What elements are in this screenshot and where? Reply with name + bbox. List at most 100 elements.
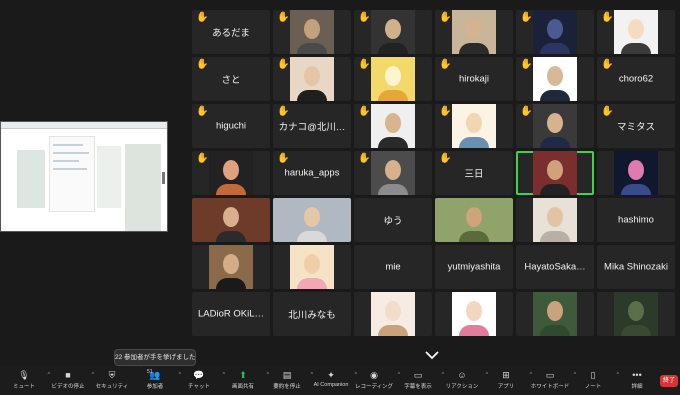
participant-tile[interactable]: ✋	[435, 104, 513, 148]
participant-tile[interactable]: ✋	[354, 151, 432, 195]
reaction-button[interactable]: ☺ リアクション ^	[442, 370, 488, 390]
record-button[interactable]: ◉ レコーディング ^	[354, 370, 400, 390]
participant-name: 北川みなも	[288, 310, 336, 321]
participant-face	[304, 66, 320, 86]
participant-tile[interactable]: カナコ@北川… ✋	[273, 104, 351, 148]
whiteboard-button[interactable]: ▭ ホワイトボード ^	[530, 370, 576, 390]
participant-video	[452, 292, 496, 336]
share-screen-button[interactable]: ⬆ 画面共有 ^	[223, 370, 269, 390]
raised-hand-icon: ✋	[358, 106, 371, 117]
shared-text-line	[53, 160, 79, 162]
participant-tile[interactable]: ✋	[354, 57, 432, 101]
participant-tile[interactable]	[516, 198, 594, 242]
more-button[interactable]: ••• 詳細	[617, 370, 657, 390]
apps-button[interactable]: ⊞ アプリ ^	[486, 370, 532, 390]
participant-body	[378, 137, 408, 148]
participant-tile[interactable]: 三日 ✋	[435, 151, 513, 195]
participant-tile[interactable]: ✋	[435, 10, 513, 54]
participant-tile[interactable]: ✋	[516, 10, 594, 54]
participant-name: hashimo	[618, 214, 654, 226]
shared-document-panel	[49, 136, 95, 212]
participant-tile[interactable]: ✋	[354, 104, 432, 148]
summary-button[interactable]: ▤ 要約を停止 ^	[267, 370, 313, 390]
participant-tile[interactable]: HayatoSaka…	[516, 245, 594, 289]
participant-face	[466, 113, 482, 133]
participant-tile[interactable]: hirokaji ✋	[435, 57, 513, 101]
ai-companion-button[interactable]: ✦ AI Companion ^	[311, 370, 357, 388]
participant-tile[interactable]: ✋	[597, 10, 675, 54]
participant-face	[304, 19, 320, 39]
shared-screen-thumbnail[interactable]	[0, 121, 168, 232]
participants-button[interactable]: 👥 参加者 51 ^	[135, 369, 181, 390]
video-camera-button[interactable]: ■ ビデオの停止 ^	[48, 370, 94, 390]
participant-face	[385, 160, 401, 180]
raised-hands-notice: 22 参加者が手を挙げました	[114, 349, 196, 366]
participant-tile[interactable]	[354, 292, 432, 336]
participant-tile[interactable]: あるだま ✋	[192, 10, 270, 54]
participant-video	[209, 245, 253, 289]
shared-screen-titlebar	[1, 122, 167, 129]
participant-tile[interactable]: ✋	[273, 57, 351, 101]
participant-tile[interactable]: ✋	[273, 10, 351, 54]
participant-tile[interactable]: ✋	[192, 151, 270, 195]
participant-body	[378, 43, 408, 54]
participant-video	[452, 10, 496, 54]
participant-video	[192, 198, 270, 242]
participant-tile[interactable]	[597, 151, 675, 195]
participant-tile[interactable]	[435, 292, 513, 336]
participant-tile[interactable]	[192, 245, 270, 289]
participant-face	[385, 66, 401, 86]
participant-face	[304, 207, 320, 227]
notes-button[interactable]: ▯ ノート ^	[573, 370, 619, 390]
participant-tile[interactable]: Mika Shinozaki	[597, 245, 675, 289]
participant-tile[interactable]: yutmiyashita	[435, 245, 513, 289]
participant-tile[interactable]: ゆう	[354, 198, 432, 242]
participant-tile[interactable]	[597, 292, 675, 336]
participant-tile[interactable]: hashimo	[597, 198, 675, 242]
participant-body	[459, 231, 489, 242]
participant-video	[614, 151, 658, 195]
more-icon: •••	[632, 370, 642, 380]
shared-screen-handle[interactable]	[162, 172, 165, 184]
raised-hand-icon: ✋	[358, 12, 371, 23]
participant-tile[interactable]	[516, 151, 594, 195]
participant-name: haruka_apps	[284, 167, 340, 179]
participant-tile[interactable]: さと ✋	[192, 57, 270, 101]
participant-tile[interactable]: ✋	[354, 10, 432, 54]
participant-tile[interactable]	[192, 198, 270, 242]
participant-tile[interactable]	[516, 292, 594, 336]
participant-body	[297, 278, 327, 289]
participant-tile[interactable]	[435, 198, 513, 242]
toolbar-label: レコーディング	[354, 384, 394, 390]
raised-hand-icon: ✋	[358, 59, 371, 70]
participant-tile[interactable]: 北川みなも	[273, 292, 351, 336]
chevron-down-icon[interactable]	[424, 350, 440, 360]
participant-body	[459, 43, 489, 54]
participant-face	[466, 19, 482, 39]
microphone-button[interactable]: 🎙 ミュート ^	[4, 370, 50, 390]
participant-tile[interactable]: ✋	[516, 104, 594, 148]
participant-tile[interactable]	[273, 198, 351, 242]
participant-tile[interactable]	[273, 245, 351, 289]
participant-tile[interactable]: マミタス ✋	[597, 104, 675, 148]
raised-hand-icon: ✋	[439, 12, 452, 23]
end-meeting-button[interactable]: 終了	[660, 375, 678, 387]
shield-button[interactable]: ⛨ セキュリティ	[92, 370, 132, 390]
participant-video	[533, 292, 577, 336]
participant-body	[621, 184, 651, 195]
participant-tile[interactable]: mie	[354, 245, 432, 289]
participant-tile[interactable]: haruka_apps ✋	[273, 151, 351, 195]
participant-tile[interactable]: ✋	[516, 57, 594, 101]
participant-video	[533, 10, 577, 54]
chat-button[interactable]: 💬 チャット ^	[179, 370, 225, 390]
raised-hand-icon: ✋	[196, 106, 209, 117]
participant-body	[540, 43, 570, 54]
participant-tile[interactable]: choro62 ✋	[597, 57, 675, 101]
participant-tile[interactable]: higuchi ✋	[192, 104, 270, 148]
participant-face	[547, 113, 563, 133]
toolbar-label: 要約を停止	[273, 384, 301, 390]
participant-face	[385, 113, 401, 133]
video-camera-icon: ■	[65, 370, 71, 380]
participant-tile[interactable]: LADioR OKiL…	[192, 292, 270, 336]
captions-button[interactable]: ▭ 字幕を表示 ^	[398, 370, 444, 390]
